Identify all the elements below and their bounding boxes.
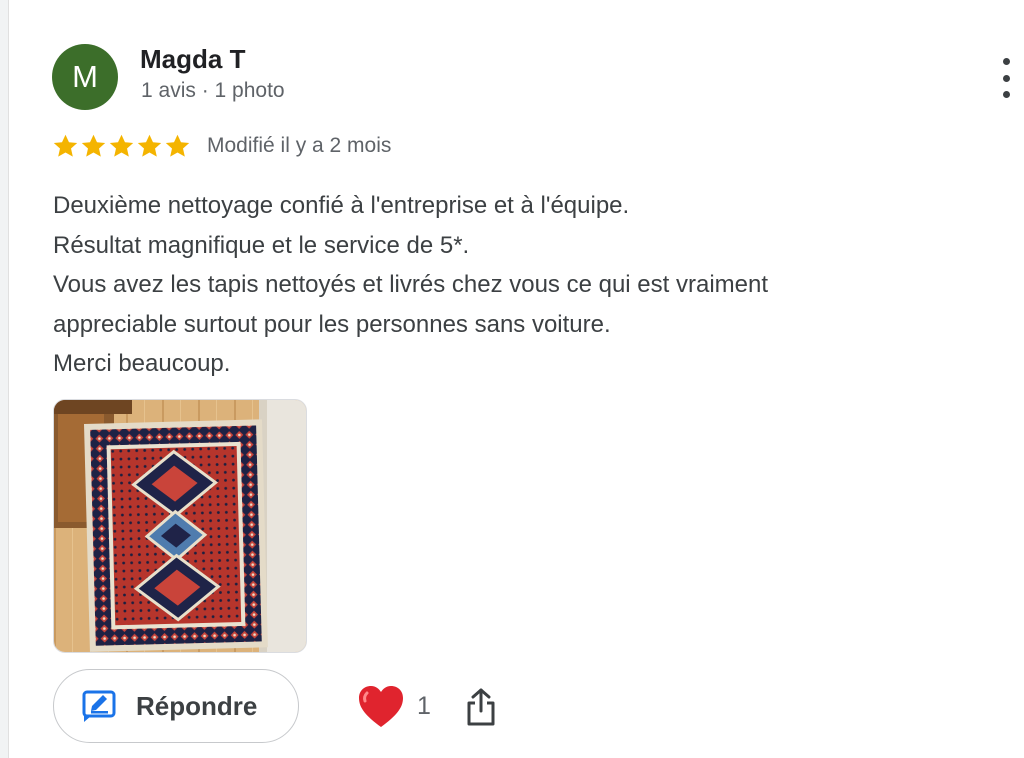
review-text: Deuxième nettoyage confié à l'entreprise… [53, 186, 953, 384]
star-icon [81, 134, 106, 157]
star-icon [53, 134, 78, 157]
review-text-line: Merci beaucoup. [53, 350, 231, 377]
review-card: M Magda T 1 avis · 1 photo Modifié il y … [0, 0, 1024, 758]
star-icon [165, 134, 190, 157]
review-text-line: Résultat magnifique et le service de 5*. [53, 231, 470, 259]
panel-border [0, 0, 9, 758]
author-meta: 1 avis · 1 photo [141, 79, 285, 102]
menu-dot [1002, 58, 1010, 65]
share-icon[interactable] [463, 687, 499, 727]
star-rating [52, 133, 191, 160]
reply-button[interactable]: Répondre [53, 669, 299, 743]
review-photo[interactable] [53, 399, 307, 653]
author-name[interactable]: Magda T [140, 44, 245, 75]
rating-row: Modifié il y a 2 mois [52, 130, 391, 162]
rug-photo-image [54, 400, 306, 652]
reply-icon [82, 690, 116, 722]
review-date: Modifié il y a 2 mois [207, 134, 392, 157]
star-icon [109, 134, 134, 157]
star-icon [137, 134, 162, 157]
heart-icon[interactable] [356, 683, 406, 731]
more-options-icon[interactable] [994, 58, 1018, 98]
menu-dot [1002, 91, 1010, 98]
avatar-initial: M [72, 59, 98, 94]
like-count: 1 [417, 692, 431, 720]
avatar[interactable]: M [52, 44, 118, 110]
reply-label: Répondre [136, 690, 258, 721]
menu-dot [1002, 74, 1010, 82]
review-text-line: Vous avez les tapis nettoyés et livrés c… [53, 271, 769, 298]
review-text-line: appreciable surtout pour les personnes s… [53, 310, 611, 338]
review-text-line: Deuxième nettoyage confié à l'entreprise… [53, 192, 630, 219]
